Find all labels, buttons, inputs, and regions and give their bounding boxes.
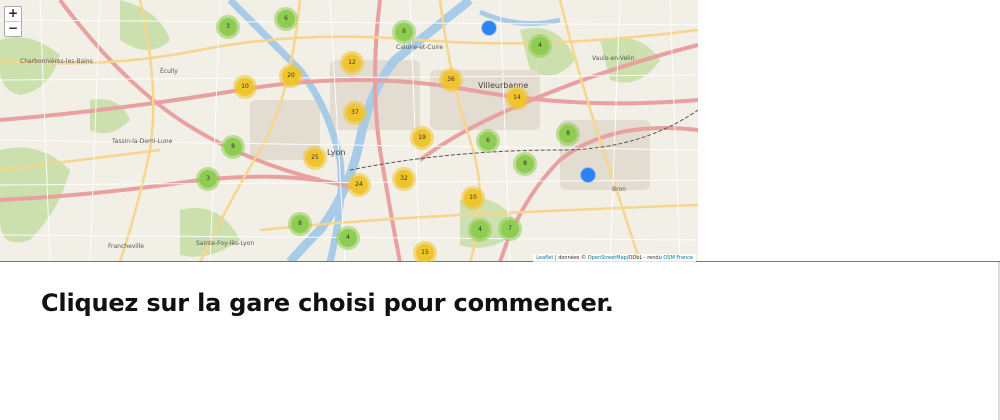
leaflet-link[interactable]: Leaflet bbox=[536, 255, 553, 261]
station-cluster[interactable]: 20 bbox=[282, 67, 300, 85]
station-cluster[interactable]: 4 bbox=[471, 221, 489, 239]
station-cluster[interactable]: 15 bbox=[416, 244, 434, 262]
station-cluster[interactable]: 37 bbox=[346, 104, 364, 122]
station-cluster[interactable]: 36 bbox=[442, 71, 460, 89]
place-label-sainte-foy: Sainte-Foy-lès-Lyon bbox=[196, 240, 255, 247]
station-cluster[interactable]: 6 bbox=[395, 23, 413, 41]
station-cluster[interactable]: 25 bbox=[306, 149, 324, 167]
map-attribution: Leaflet | données © OpenStreetMap/ODbL -… bbox=[533, 254, 696, 262]
station-marker[interactable] bbox=[581, 168, 595, 182]
station-cluster[interactable]: 4 bbox=[531, 37, 549, 55]
osm-france-link[interactable]: OSM France bbox=[663, 255, 693, 261]
station-cluster[interactable]: 4 bbox=[339, 229, 357, 247]
station-cluster[interactable]: 24 bbox=[350, 176, 368, 194]
place-label-caluire: Caluire-et-Cuire bbox=[396, 44, 444, 51]
attribution-text: /ODbL - rendu bbox=[626, 255, 664, 261]
station-cluster[interactable]: 6 bbox=[277, 10, 295, 28]
map[interactable]: + − Villeurbanne Lyon Écully Charbonnièr… bbox=[0, 0, 698, 262]
station-cluster[interactable]: 19 bbox=[413, 129, 431, 147]
station-cluster[interactable]: 3 bbox=[219, 18, 237, 36]
place-label-francheville: Francheville bbox=[108, 243, 144, 250]
place-label-lyon: Lyon bbox=[327, 148, 346, 157]
station-marker[interactable] bbox=[482, 21, 496, 35]
zoom-in-button[interactable]: + bbox=[5, 7, 21, 21]
station-cluster[interactable]: 14 bbox=[508, 89, 526, 107]
map-tiles bbox=[0, 0, 698, 262]
station-cluster[interactable]: 10 bbox=[464, 189, 482, 207]
station-cluster[interactable]: 8 bbox=[224, 138, 242, 156]
place-label-vaulx: Vaulx-en-Velin bbox=[592, 55, 635, 62]
osm-link[interactable]: OpenStreetMap bbox=[588, 255, 627, 261]
station-cluster[interactable]: 32 bbox=[395, 170, 413, 188]
place-label-ecully: Écully bbox=[160, 68, 178, 75]
station-cluster[interactable]: 8 bbox=[516, 155, 534, 173]
attribution-text: | données © bbox=[553, 255, 588, 261]
zoom-control: + − bbox=[4, 6, 22, 37]
station-cluster[interactable]: 6 bbox=[479, 132, 497, 150]
zoom-out-button[interactable]: − bbox=[5, 21, 21, 36]
place-label-villeurbanne: Villeurbanne bbox=[478, 81, 529, 90]
station-cluster[interactable]: 7 bbox=[501, 220, 519, 238]
station-cluster[interactable]: 8 bbox=[291, 215, 309, 233]
place-label-charbonnieres: Charbonnières-les-Bains bbox=[20, 58, 93, 65]
station-cluster[interactable]: 10 bbox=[236, 78, 254, 96]
instruction-heading: Cliquez sur la gare choisi pour commence… bbox=[41, 289, 614, 317]
divider bbox=[0, 261, 1000, 262]
station-cluster[interactable]: 12 bbox=[343, 54, 361, 72]
place-label-bron: Bron bbox=[612, 186, 626, 193]
place-label-tassin: Tassin-la-Demi-Lune bbox=[112, 138, 173, 145]
station-cluster[interactable]: 3 bbox=[199, 170, 217, 188]
station-cluster[interactable]: 8 bbox=[559, 125, 577, 143]
